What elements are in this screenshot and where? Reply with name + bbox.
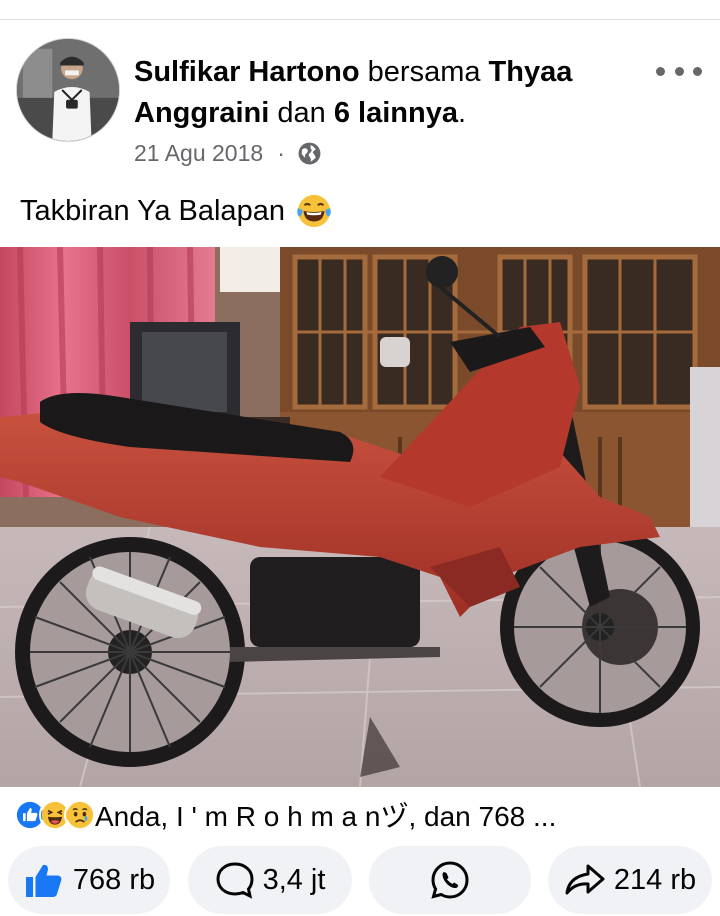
whatsapp-share-button[interactable] [369, 846, 531, 914]
reactions-text[interactable]: Anda, I ' m R o h m a nヅ, dan 768 ... [95, 795, 556, 835]
laughing-tears-emoji-icon [295, 192, 333, 230]
share-count: 214 rb [613, 863, 697, 896]
post-caption: Takbiran Ya Balapan [20, 192, 333, 230]
more-options-icon[interactable] [656, 64, 702, 78]
share-arrow-icon [565, 864, 605, 895]
comment-count: 3,4 jt [262, 863, 326, 896]
author-name[interactable]: Sulfikar Hartono [134, 56, 360, 88]
post-header: Sulfikar Hartono bersama Thyaa Anggraini… [0, 30, 720, 180]
like-button[interactable]: 768 rb [8, 846, 170, 914]
tagged-others[interactable]: 6 lainnya [334, 97, 458, 129]
reaction-icons [14, 799, 96, 831]
meta-separator: · [277, 140, 285, 166]
caption-text: Takbiran Ya Balapan [20, 194, 285, 227]
post-photo[interactable] [0, 247, 720, 787]
post-meta: 21 Agu 2018 · [134, 140, 322, 167]
action-bar: 768 rb 3,4 jt 214 rb [0, 846, 720, 914]
avatar[interactable] [16, 38, 120, 142]
share-button[interactable]: 214 rb [548, 846, 712, 914]
top-divider [0, 19, 720, 20]
sad-icon [64, 799, 96, 831]
reactions-summary[interactable]: Anda, I ' m R o h m a nヅ, dan 768 ... [14, 796, 556, 834]
thumbs-up-icon [25, 864, 62, 897]
period: . [457, 97, 467, 129]
with-word: bersama [367, 56, 481, 88]
comment-icon [216, 862, 254, 899]
post-date[interactable]: 21 Agu 2018 [134, 140, 263, 167]
comment-button[interactable]: 3,4 jt [188, 846, 352, 914]
like-count: 768 rb [72, 863, 156, 896]
whatsapp-icon [431, 861, 469, 899]
and-word: dan [277, 97, 326, 129]
author-line: Sulfikar Hartono bersama Thyaa Anggraini… [134, 52, 644, 134]
globe-icon [297, 141, 322, 166]
